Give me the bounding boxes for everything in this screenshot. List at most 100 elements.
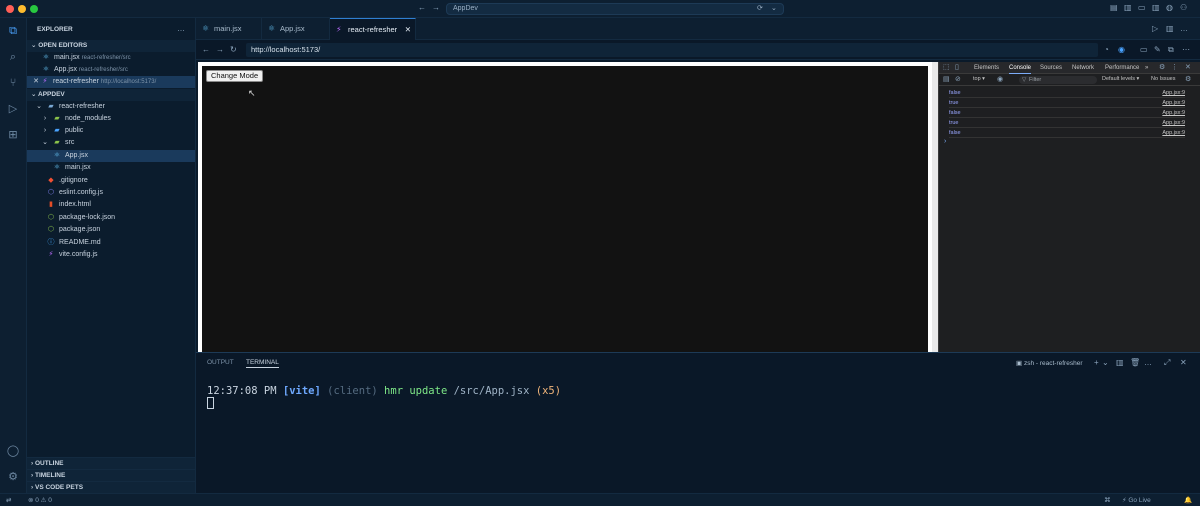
console-filter-input[interactable]: ▽ Filter xyxy=(1019,76,1097,84)
forward-arrow-icon[interactable]: → xyxy=(432,3,440,13)
tab-app-jsx[interactable]: ⚛ App.jsx xyxy=(262,18,330,40)
tree-folder[interactable]: › ▰ public xyxy=(27,125,195,137)
run-icon[interactable]: ▷ xyxy=(1152,24,1158,34)
close-icon[interactable]: ✕ xyxy=(405,19,411,41)
change-mode-button[interactable]: Change Mode xyxy=(206,70,264,82)
source-link[interactable]: App.jsx:9 xyxy=(1162,118,1185,128)
tree-file-selected[interactable]: ⚛ App.jsx xyxy=(27,150,195,162)
tree-file[interactable]: ◆ .gitignore xyxy=(27,175,195,187)
device-toggle-icon[interactable]: ▯ xyxy=(955,63,959,73)
edit-icon[interactable]: ✎ xyxy=(1154,45,1161,55)
context-select[interactable]: top ▾ xyxy=(973,76,985,82)
tree-file[interactable]: ⚛ main.jsx xyxy=(27,162,195,174)
source-link[interactable]: App.jsx:9 xyxy=(1162,108,1185,118)
open-external-icon[interactable]: ⧉ xyxy=(1168,45,1174,55)
toggle-panel-icon[interactable]: ▭ xyxy=(1138,3,1146,13)
eye-icon[interactable]: ◉ xyxy=(997,75,1003,85)
reload-icon[interactable]: ↻ xyxy=(230,45,237,55)
terminal-selector[interactable]: ▣ zsh - react-refresher xyxy=(1016,359,1083,367)
split-terminal-icon[interactable]: ▥ xyxy=(1116,358,1124,368)
go-live-button[interactable]: ⚡ Go Live xyxy=(1122,495,1151,506)
layout-icon[interactable]: ▤ xyxy=(1110,3,1118,13)
issues-button[interactable]: No Issues xyxy=(1151,76,1175,82)
devtools-tab-console[interactable]: Console xyxy=(1009,62,1032,74)
source-control-icon[interactable]: ⑂ xyxy=(6,78,20,92)
open-editors-header[interactable]: ⌄ OPEN EDITORS xyxy=(27,40,195,52)
tree-file[interactable]: ⓘ README.md xyxy=(27,237,195,249)
more-actions-icon[interactable]: … xyxy=(1180,24,1188,34)
notifications-icon[interactable]: 🔔 xyxy=(1184,495,1192,506)
vscode-pets-section[interactable]: › VS CODE PETS xyxy=(27,481,195,493)
search-icon[interactable]: ⌕ xyxy=(6,52,20,66)
extensions-icon[interactable]: ⊞ xyxy=(6,130,20,144)
open-editor-item[interactable]: ⚛ main.jsx react-refresher/src xyxy=(27,52,195,64)
more-actions-icon[interactable]: ⋯ xyxy=(1182,45,1190,55)
gear-icon[interactable]: ⚙ xyxy=(1185,75,1191,85)
tree-file[interactable]: ⬡ package-lock.json xyxy=(27,212,195,224)
url-input[interactable]: http://localhost:5173/ xyxy=(246,43,1098,57)
workspace-header[interactable]: ⌄ APPDEV xyxy=(27,89,195,101)
tree-folder[interactable]: ⌄ ▰ react-refresher xyxy=(27,101,195,113)
tab-react-refresher[interactable]: ⚡ react-refresher ✕ xyxy=(330,18,416,40)
toggle-sidebar-icon[interactable]: ▥ xyxy=(1124,3,1132,13)
command-center[interactable]: AppDev ⟳ ⌄ xyxy=(446,3,784,15)
devtools-toggle-icon[interactable]: ◉ xyxy=(1118,45,1125,55)
close-icon[interactable]: ✕ xyxy=(1185,63,1191,73)
outline-section[interactable]: › OUTLINE xyxy=(27,457,195,469)
open-editor-item-active[interactable]: ✕ ⚡ react-refresher http://localhost:5173/ xyxy=(27,76,195,88)
tree-file[interactable]: ⚡ vite.config.js xyxy=(27,249,195,261)
problems-indicator[interactable]: ⊗ 0 ⚠ 0 xyxy=(28,495,52,506)
source-link[interactable]: App.jsx:9 xyxy=(1162,128,1185,138)
more-actions-icon[interactable]: … xyxy=(177,24,185,34)
gear-icon[interactable]: ⚙ xyxy=(1159,63,1165,73)
close-icon[interactable]: ✕ xyxy=(33,76,39,88)
more-actions-icon[interactable]: ⋮ xyxy=(1171,63,1178,73)
add-terminal-icon[interactable]: + xyxy=(1094,358,1099,368)
back-arrow-icon[interactable]: ← xyxy=(202,45,210,55)
tree-file[interactable]: ▮ index.html xyxy=(27,199,195,211)
tree-folder[interactable]: ⌄ ▰ src xyxy=(27,137,195,149)
account-icon[interactable]: ◯ xyxy=(6,446,20,460)
remote-icon[interactable]: ⇄ xyxy=(6,495,11,506)
close-icon[interactable]: ✕ xyxy=(1180,358,1187,368)
globe-icon[interactable]: ◍ xyxy=(1166,3,1173,13)
forward-arrow-icon[interactable]: → xyxy=(216,45,224,55)
trash-icon[interactable]: 🗑 xyxy=(1130,358,1140,368)
compass-icon[interactable]: ◔ xyxy=(1104,45,1109,55)
terminal-cursor[interactable] xyxy=(207,397,214,409)
close-window-button[interactable] xyxy=(6,5,14,13)
account-icon[interactable]: ⚇ xyxy=(1180,3,1187,13)
devtools-tab-sources[interactable]: Sources xyxy=(1040,62,1062,74)
tab-terminal[interactable]: TERMINAL xyxy=(246,359,279,368)
maximize-panel-icon[interactable]: ⤢ xyxy=(1164,358,1170,368)
more-tabs-icon[interactable]: » xyxy=(1145,62,1148,74)
devtools-tab-network[interactable]: Network xyxy=(1072,62,1094,74)
gear-icon[interactable]: ⚙ xyxy=(6,472,20,486)
tree-file[interactable]: ⬡ package.json xyxy=(27,224,195,236)
tree-file[interactable]: ⬡ eslint.config.js xyxy=(27,187,195,199)
sidebar-toggle-icon[interactable]: ▤ xyxy=(943,75,950,85)
maximize-window-button[interactable] xyxy=(30,5,38,13)
chevron-down-icon[interactable]: ⌄ xyxy=(1102,358,1109,368)
split-editor-icon[interactable]: ▥ xyxy=(1166,24,1174,34)
tab-output[interactable]: OUTPUT xyxy=(207,359,234,366)
explorer-icon[interactable]: ⧉ xyxy=(6,26,20,40)
screen-icon[interactable]: ▭ xyxy=(1140,45,1148,55)
timeline-section[interactable]: › TIMELINE xyxy=(27,469,195,481)
minimize-window-button[interactable] xyxy=(18,5,26,13)
run-debug-icon[interactable]: ▷ xyxy=(6,104,20,118)
inspect-icon[interactable]: ⬚ xyxy=(943,63,950,73)
open-editor-item[interactable]: ⚛ App.jsx react-refresher/src xyxy=(27,64,195,76)
tab-main-jsx[interactable]: ⚛ main.jsx xyxy=(196,18,262,40)
devtools-tab-performance[interactable]: Performance xyxy=(1105,62,1139,74)
devtools-tab-elements[interactable]: Elements xyxy=(974,62,999,74)
more-actions-icon[interactable]: … xyxy=(1144,358,1152,368)
back-arrow-icon[interactable]: ← xyxy=(418,3,426,13)
pets-icon[interactable]: ⌘ xyxy=(1104,495,1111,506)
toggle-secondary-sidebar-icon[interactable]: ▥ xyxy=(1152,3,1160,13)
tree-folder[interactable]: › ▰ node_modules xyxy=(27,113,195,125)
source-link[interactable]: App.jsx:9 xyxy=(1162,98,1185,108)
log-levels-select[interactable]: Default levels ▾ xyxy=(1102,76,1139,82)
console-prompt[interactable]: › xyxy=(944,138,946,145)
clear-console-icon[interactable]: ⊘ xyxy=(955,75,961,85)
